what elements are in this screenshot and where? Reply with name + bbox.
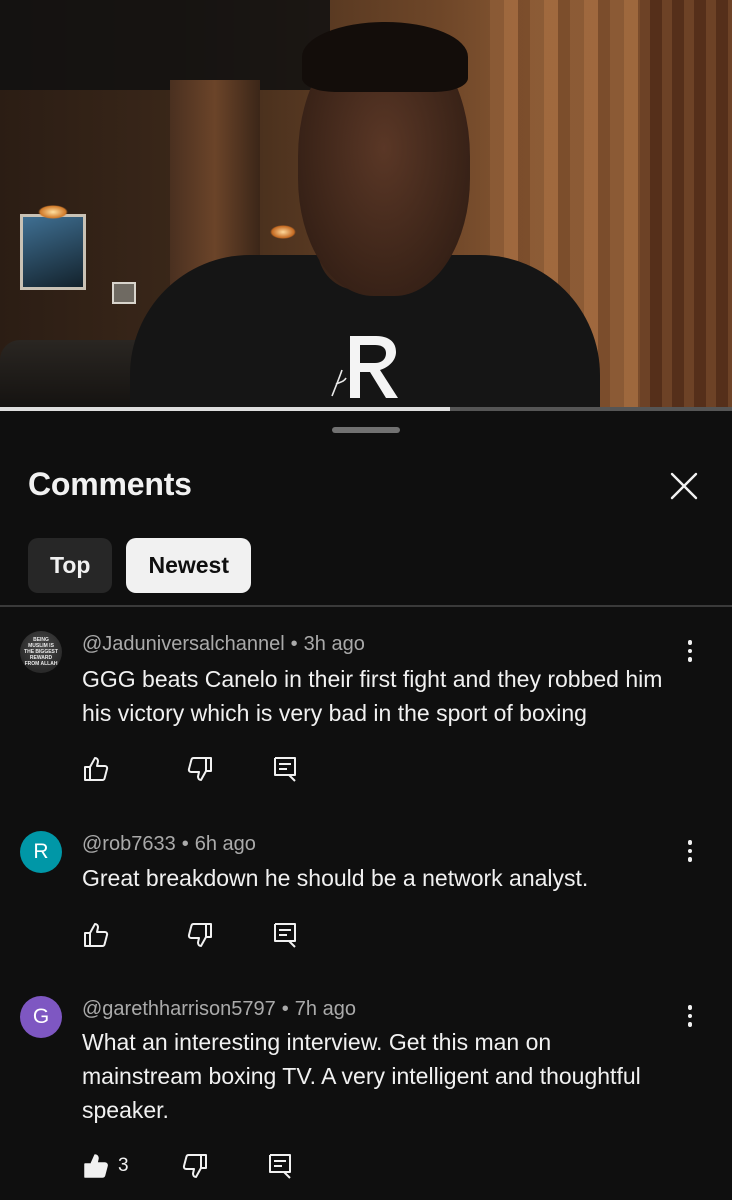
meta-separator: • [281,998,289,1020]
comment-text: GGG beats Canelo in their first fight an… [82,666,663,726]
comment-author[interactable]: @garethharrison5797 [82,998,276,1020]
close-icon [670,472,698,500]
thumbs-down-icon [182,1154,207,1178]
thumbs-down-icon [187,757,212,781]
sheet-title: Comments [28,466,192,502]
like-count: 3 [118,1155,129,1176]
like-button[interactable] [82,917,118,953]
avatar-text: BEING MUSLIM IS THE BIGGEST REWARD FROM … [24,637,58,667]
reply-button[interactable] [267,1148,293,1184]
video-player[interactable] [0,0,732,410]
filter-chip-top[interactable]: Top [28,538,113,593]
reply-icon [274,923,296,948]
video-ceiling [0,0,330,90]
filter-chip-newest[interactable]: Newest [126,538,251,593]
comment-meta: @Jaduniversalchannel • 3h ago [82,633,365,656]
comment-time: 7h ago [294,998,356,1020]
comment-text: Great breakdown he should be a network a… [82,865,589,891]
comment-actions [82,917,298,953]
close-button[interactable] [664,466,704,506]
thumbs-up-filled-icon [84,1154,108,1178]
comment-time: 6h ago [194,833,256,855]
dislike-button[interactable] [181,1148,209,1184]
comment-text: What an interesting interview. Get this … [82,1029,641,1123]
divider [0,605,732,607]
avatar[interactable]: BEING MUSLIM IS THE BIGGEST REWARD FROM … [20,631,62,673]
thumbs-up-icon [84,923,109,947]
comment-actions: 3 [82,1148,293,1184]
comment-sort-chips: Top Newest [28,538,251,593]
video-picture-frame [20,214,86,290]
video-curtain-dark [640,0,732,410]
video-light-switch [112,282,136,304]
shirt-logo-icon [331,336,398,398]
like-button[interactable] [82,751,118,787]
thumbs-down-icon [187,923,212,947]
more-options-button[interactable] [678,998,702,1034]
video-person-hair [302,22,468,92]
comment-meta: @garethharrison5797 • 7h ago [82,998,356,1021]
meta-separator: • [290,633,298,655]
comment-time: 3h ago [303,633,365,655]
comment-actions [82,751,298,787]
comments-sheet: Comments Top Newest BEING MUSLIM IS THE … [0,411,732,1200]
comment-author[interactable]: @rob7633 [82,833,176,855]
avatar[interactable]: G [20,996,62,1038]
like-button[interactable]: 3 [82,1148,129,1184]
thumbs-up-icon [84,757,109,781]
video-lamp [270,225,296,239]
reply-icon [268,1154,291,1179]
drag-handle[interactable] [332,427,400,433]
comment-meta: @rob7633 • 6h ago [82,833,256,856]
dislike-button[interactable] [186,751,214,787]
dislike-button[interactable] [186,917,214,953]
reply-button[interactable] [272,751,298,787]
reply-button[interactable] [272,917,298,953]
reply-icon [274,757,296,782]
comment-author[interactable]: @Jaduniversalchannel [82,633,285,655]
video-lamp [38,205,68,219]
meta-separator: • [181,833,189,855]
avatar[interactable]: R [20,831,62,873]
